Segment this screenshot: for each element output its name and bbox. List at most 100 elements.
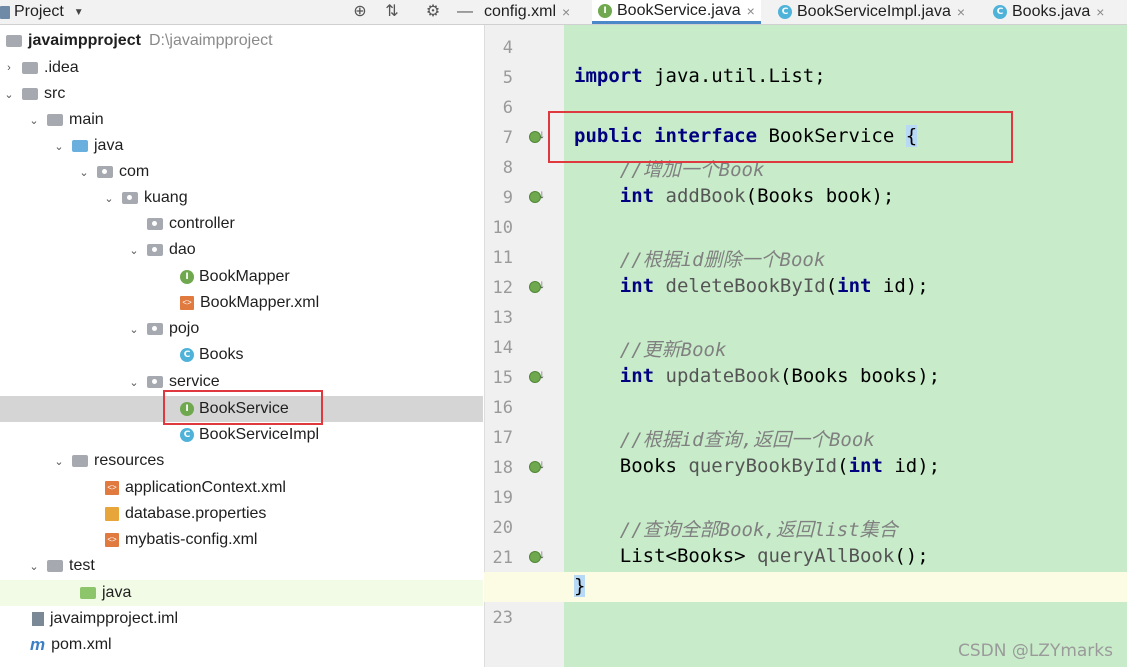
package-icon xyxy=(122,192,138,204)
tree-root[interactable]: javaimpproject D:\javaimpproject xyxy=(0,28,483,54)
folder-icon xyxy=(22,62,38,74)
project-view-selector[interactable]: Project ▼ xyxy=(0,0,84,24)
locate-target-icon[interactable]: ⊕ xyxy=(350,2,370,22)
code-line-5: import java.util.List; xyxy=(574,65,826,87)
package-icon xyxy=(147,244,163,256)
watermark: CSDN @LZYmarks xyxy=(957,641,1113,661)
arrow-down-icon: ↓ xyxy=(539,277,545,291)
chevron-down-icon[interactable]: ⌄ xyxy=(127,323,141,336)
code-line-17: //根据id查询,返回一个Book xyxy=(574,429,875,451)
tree-item-pom-xml[interactable]: m pom.xml xyxy=(0,632,483,658)
line-number: 14 xyxy=(492,338,513,358)
tree-item-label: src xyxy=(44,85,66,102)
tree-item-applicationcontext-xml[interactable]: <> applicationContext.xml xyxy=(0,475,483,501)
chevron-down-icon[interactable]: ⌄ xyxy=(2,88,16,101)
tree-item-iml[interactable]: javaimpproject.iml xyxy=(0,606,483,632)
chevron-right-icon[interactable]: › xyxy=(2,62,16,74)
tree-item-label: com xyxy=(119,163,150,180)
chevron-down-icon[interactable]: ⌄ xyxy=(77,166,91,179)
close-icon[interactable]: × xyxy=(562,4,570,20)
line-number: 8 xyxy=(502,158,513,178)
tree-item-pojo[interactable]: ⌄ pojo xyxy=(0,316,483,342)
tree-item-resources[interactable]: ⌄ resources xyxy=(0,448,483,474)
maven-icon: m xyxy=(30,635,46,654)
line-number: 18 xyxy=(492,458,513,478)
tree-item-label: pojo xyxy=(169,320,200,337)
tree-item-java-main[interactable]: ⌄ java xyxy=(0,133,483,159)
xml-file-icon: <> xyxy=(180,296,194,310)
tree-item-label: service xyxy=(169,373,220,390)
tree-item-com[interactable]: ⌄ com xyxy=(0,159,483,185)
tree-item-main[interactable]: ⌄ main xyxy=(0,107,483,133)
chevron-down-icon[interactable]: ⌄ xyxy=(52,455,66,468)
tree-item-java-test[interactable]: java xyxy=(0,580,483,606)
resources-folder-icon xyxy=(72,455,88,467)
class-icon: C xyxy=(778,5,792,19)
line-number: 4 xyxy=(502,38,513,58)
tree-item-label: resources xyxy=(94,452,165,469)
gear-icon[interactable]: ⚙ xyxy=(423,2,443,22)
tree-item-mybatis-config-xml[interactable]: <> mybatis-config.xml xyxy=(0,527,483,553)
code-line-11: //根据id删除一个Book xyxy=(574,249,826,271)
tree-item-label: pom.xml xyxy=(51,636,112,653)
tree-item-label: Books xyxy=(199,346,244,363)
tree-item-database-properties[interactable]: database.properties xyxy=(0,501,483,527)
xml-file-icon: <> xyxy=(105,533,119,547)
tree-item-label: .idea xyxy=(44,59,79,76)
tree-item-bookserviceimpl[interactable]: C BookServiceImpl xyxy=(0,422,483,448)
line-number: 23 xyxy=(492,608,513,628)
chevron-down-icon[interactable]: ⌄ xyxy=(52,140,66,153)
close-icon[interactable]: × xyxy=(1096,4,1104,20)
tab-config-xml[interactable]: config.xml × xyxy=(484,0,570,24)
line-number: 5 xyxy=(502,68,513,88)
close-icon[interactable]: × xyxy=(957,4,965,20)
collapse-all-icon[interactable]: ⇅ xyxy=(382,2,402,22)
tree-item-bookmapper[interactable]: I BookMapper xyxy=(0,264,483,290)
hide-panel-icon[interactable]: — xyxy=(455,2,475,22)
tab-bookservice-java[interactable]: I BookService.java × xyxy=(592,0,761,24)
project-tree: javaimpproject D:\javaimpproject › .idea … xyxy=(0,25,483,667)
tree-item-label: java xyxy=(94,137,124,154)
tree-item-src[interactable]: ⌄ src xyxy=(0,81,483,107)
tree-item-label: BookMapper xyxy=(199,268,290,285)
tree-item-books[interactable]: C Books xyxy=(0,342,483,368)
tab-label: BookService.java xyxy=(617,1,741,19)
chevron-down-icon[interactable]: ▼ xyxy=(74,7,84,18)
line-number: 11 xyxy=(492,248,513,268)
arrow-down-icon: ↓ xyxy=(539,457,545,471)
tree-item-label: BookServiceImpl xyxy=(199,426,320,443)
tree-item-kuang[interactable]: ⌄ kuang xyxy=(0,185,483,211)
tree-item-test[interactable]: ⌄ test xyxy=(0,553,483,579)
code-line-9: int addBook(Books book); xyxy=(619,185,895,207)
tree-item-idea[interactable]: › .idea xyxy=(0,55,483,81)
tree-item-label: kuang xyxy=(144,189,188,206)
chevron-down-icon[interactable]: ⌄ xyxy=(127,376,141,389)
code-line-21: List<Books> queryAllBook(); xyxy=(574,545,929,567)
tab-books-java[interactable]: C Books.java × xyxy=(993,0,1104,24)
chevron-down-icon[interactable]: ⌄ xyxy=(27,114,41,127)
tab-bookserviceimpl-java[interactable]: C BookServiceImpl.java × xyxy=(778,0,965,24)
chevron-down-icon[interactable]: ⌄ xyxy=(27,560,41,573)
tab-label: BookServiceImpl.java xyxy=(797,3,951,20)
class-icon: C xyxy=(180,348,194,362)
tree-item-dao[interactable]: ⌄ dao xyxy=(0,237,483,263)
tree-item-label: mybatis-config.xml xyxy=(125,531,258,548)
tree-item-bookmapper-xml[interactable]: <> BookMapper.xml xyxy=(0,290,483,316)
line-number: 10 xyxy=(492,218,513,238)
spring-xml-icon: <> xyxy=(105,481,119,495)
line-number: 13 xyxy=(492,308,513,328)
top-toolbar: Project ▼ ⊕ ⇅ ⚙ — config.xml × I BookSer… xyxy=(0,0,1127,25)
chevron-down-icon[interactable]: ⌄ xyxy=(102,192,116,205)
arrow-down-icon: ↓ xyxy=(539,547,545,561)
tree-item-label: controller xyxy=(169,215,235,232)
line-number: 15 xyxy=(492,368,513,388)
tree-item-controller[interactable]: controller xyxy=(0,211,483,237)
class-icon: C xyxy=(180,428,194,442)
project-view-label: Project xyxy=(14,3,64,20)
close-icon[interactable]: × xyxy=(747,3,755,19)
chevron-down-icon[interactable]: ⌄ xyxy=(127,244,141,257)
arrow-down-icon: ↓ xyxy=(539,367,545,381)
highlight-box xyxy=(548,111,1013,163)
test-folder-icon xyxy=(80,587,96,599)
line-number: 17 xyxy=(492,428,513,448)
